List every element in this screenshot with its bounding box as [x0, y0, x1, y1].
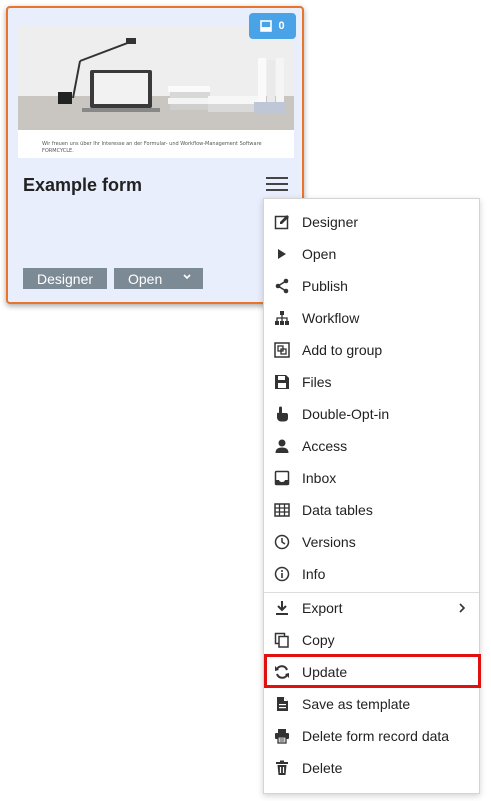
inbox-badge[interactable]: 0: [249, 13, 296, 39]
trash-icon: [276, 760, 288, 775]
menu-item-update[interactable]: Update: [264, 656, 479, 688]
play-icon: [278, 249, 286, 259]
form-title: Example form: [23, 175, 143, 195]
menu-item-label: Update: [302, 664, 348, 680]
menu-item-export[interactable]: Export: [264, 592, 479, 624]
menu-item-access[interactable]: Access: [264, 430, 479, 462]
menu-item-label: Double-Opt-in: [302, 406, 390, 422]
menu-item-label: Open: [302, 246, 337, 262]
menu-item-label: Files: [302, 374, 332, 390]
download-icon: [276, 601, 288, 615]
menu-item-label: Designer: [302, 214, 359, 230]
menu-item-add-to-group[interactable]: Add to group: [264, 334, 479, 366]
save-icon: [275, 375, 289, 389]
menu-item-info[interactable]: Info: [264, 558, 479, 590]
menu-item-versions[interactable]: Versions: [264, 526, 479, 558]
form-card[interactable]: Wir freuen uns über Ihr Interesse an der…: [6, 6, 304, 304]
menu-item-label: Delete: [302, 760, 343, 776]
menu-item-save-as-template[interactable]: Save as template: [264, 688, 479, 720]
menu-item-inbox[interactable]: Inbox: [264, 462, 479, 494]
designer-button[interactable]: Designer: [23, 268, 107, 289]
copy-icon: [274, 632, 289, 648]
menu-item-designer[interactable]: Designer: [264, 206, 479, 238]
user-icon: [275, 439, 289, 453]
menu-item-data-tables[interactable]: Data tables: [264, 494, 479, 526]
print-delete-icon: [275, 729, 289, 744]
menu-icon[interactable]: [266, 177, 288, 195]
sitemap-icon: [275, 311, 289, 325]
menu-item-label: Access: [302, 438, 348, 454]
chevron-down-icon[interactable]: [181, 271, 193, 283]
menu-item-label: Workflow: [302, 310, 360, 326]
refresh-icon: [275, 665, 289, 679]
menu-item-label: Data tables: [302, 502, 373, 518]
clock-icon: [274, 534, 290, 550]
context-menu: Designer Open Publish Workflow Add to gr…: [263, 198, 481, 794]
menu-item-copy[interactable]: Copy: [264, 624, 479, 656]
menu-item-workflow[interactable]: Workflow: [264, 302, 479, 334]
menu-item-label: Inbox: [302, 470, 337, 486]
open-button[interactable]: Open: [114, 268, 203, 289]
menu-item-label: Publish: [302, 278, 348, 294]
table-icon: [274, 503, 290, 517]
edit-icon: [274, 215, 289, 230]
inbox-icon: [274, 470, 290, 486]
menu-item-label: Add to group: [302, 342, 383, 358]
menu-item-delete[interactable]: Delete: [264, 752, 479, 784]
menu-item-label: Export: [302, 600, 343, 616]
menu-item-open[interactable]: Open: [264, 238, 479, 270]
menu-item-label: Versions: [302, 534, 356, 550]
inbox-count: 0: [278, 20, 285, 32]
menu-item-label: Save as template: [302, 696, 411, 712]
info-icon: [274, 566, 290, 582]
hand-pointer-icon: [277, 406, 288, 422]
thumbnail-photo: [18, 26, 294, 130]
form-thumbnail[interactable]: Wir freuen uns über Ihr Interesse an der…: [18, 26, 294, 158]
group-add-icon: [274, 342, 290, 358]
menu-item-label: Delete form record data: [302, 728, 450, 744]
menu-item-files[interactable]: Files: [264, 366, 479, 398]
menu-item-publish[interactable]: Publish: [264, 270, 479, 302]
share-icon: [275, 278, 289, 294]
menu-item-double-opt-in[interactable]: Double-Opt-in: [264, 398, 479, 430]
menu-item-label: Info: [302, 566, 326, 582]
file-icon: [277, 697, 288, 711]
chevron-right-icon: [459, 603, 466, 613]
inbox-icon: [260, 20, 273, 32]
thumbnail-text: Wir freuen uns über Ihr Interesse an der…: [42, 141, 262, 154]
menu-item-label: Copy: [302, 632, 335, 648]
menu-item-delete-form-record-data[interactable]: Delete form record data: [264, 720, 479, 752]
open-button-label: Open: [128, 270, 163, 287]
